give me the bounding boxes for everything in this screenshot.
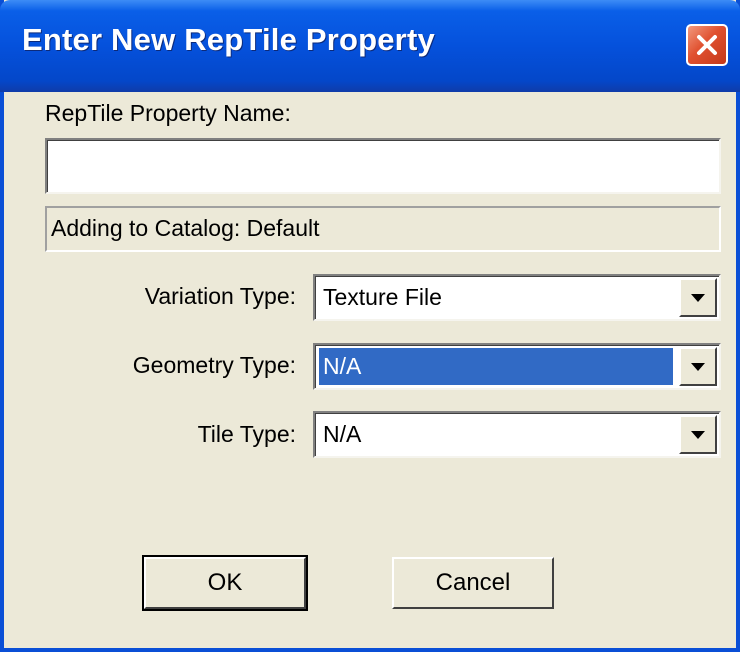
cancel-button[interactable]: Cancel: [392, 557, 554, 609]
tile-type-value: N/A: [323, 421, 362, 447]
variation-type-dropdown-button[interactable]: [679, 278, 717, 317]
chevron-down-icon: [691, 430, 705, 439]
property-name-input[interactable]: [45, 138, 721, 194]
variation-type-label: Variation Type:: [144, 283, 296, 309]
property-name-label: RepTile Property Name:: [45, 100, 291, 126]
geometry-type-label: Geometry Type:: [132, 352, 296, 378]
variation-type-value: Texture File: [323, 284, 442, 310]
geometry-type-combo[interactable]: N/A: [313, 343, 721, 390]
chevron-down-icon: [691, 362, 705, 371]
title-bar[interactable]: Enter New RepTile Property: [0, 0, 740, 92]
geometry-type-dropdown-button[interactable]: [679, 347, 717, 386]
dialog-title: Enter New RepTile Property: [22, 22, 435, 57]
variation-type-combo[interactable]: Texture File: [313, 274, 721, 321]
tile-type-combo[interactable]: N/A: [313, 411, 721, 458]
ok-button[interactable]: OK: [142, 555, 308, 611]
catalog-status: Adding to Catalog: Default: [45, 206, 721, 252]
geometry-type-value: N/A: [319, 348, 673, 385]
tile-type-label: Tile Type:: [197, 421, 296, 447]
dialog-window: Enter New RepTile Property RepTile Prope…: [0, 0, 740, 652]
chevron-down-icon: [691, 293, 705, 302]
tile-type-dropdown-button[interactable]: [679, 415, 717, 454]
close-button[interactable]: [686, 24, 728, 66]
close-icon: [697, 35, 717, 55]
